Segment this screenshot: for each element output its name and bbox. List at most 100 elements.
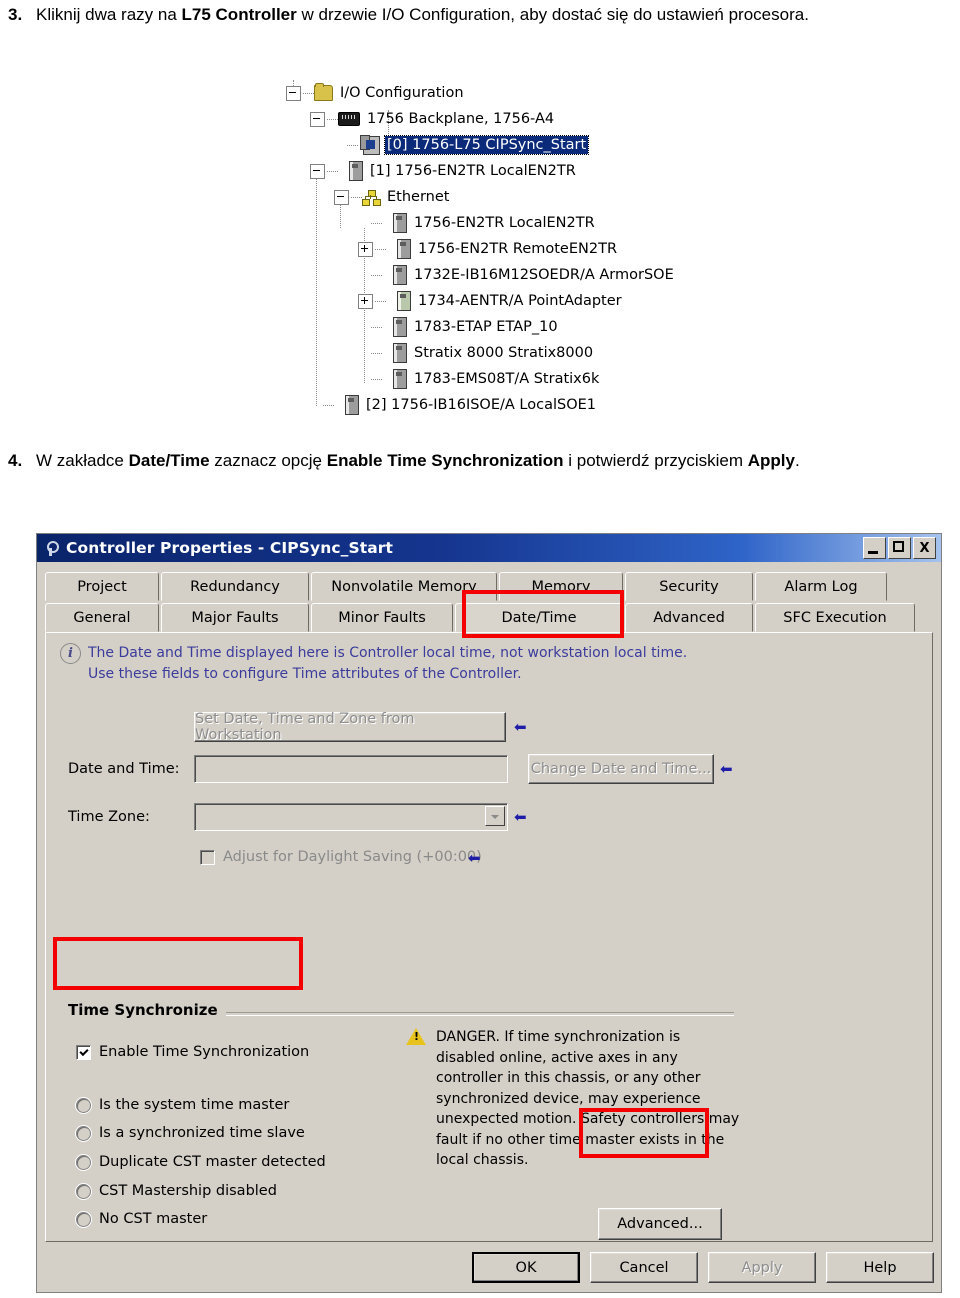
- tree-node-label: 1783-ETAP ETAP_10: [414, 319, 558, 335]
- expand-icon[interactable]: [358, 241, 373, 257]
- help-button[interactable]: Help: [826, 1252, 934, 1283]
- module-icon: [397, 239, 411, 259]
- step-3-part-1: L75 Controller: [181, 5, 297, 24]
- tab-general[interactable]: General: [45, 603, 159, 632]
- maximize-button[interactable]: [888, 537, 911, 559]
- dialog-titlebar[interactable]: Controller Properties - CIPSync_Start X: [37, 534, 941, 562]
- tree-node[interactable]: I/O Configuration: [286, 80, 466, 106]
- ethernet-icon: [362, 189, 381, 206]
- window-buttons[interactable]: X: [863, 537, 938, 559]
- tree-node-label: 1734-AENTR/A PointAdapter: [418, 293, 622, 309]
- enable-time-synchronization-checkbox[interactable]: [76, 1044, 91, 1060]
- tab-memory[interactable]: Memory: [499, 572, 623, 601]
- tree-node[interactable]: 1734-AENTR/A PointAdapter: [358, 288, 624, 314]
- set-from-workstation-button[interactable]: Set Date, Time and Zone from Workstation: [194, 711, 506, 743]
- tab-alarm-log[interactable]: Alarm Log: [755, 572, 887, 601]
- tab-project[interactable]: Project: [45, 572, 159, 601]
- minimize-button[interactable]: [863, 537, 886, 559]
- chevron-down-icon[interactable]: [485, 806, 505, 826]
- danger-line-5: unexpected motion. Safety controllers ma…: [436, 1111, 740, 1127]
- radio-button[interactable]: [76, 1183, 91, 1199]
- step-3: 3. Kliknij dwa razy na L75 Controller w …: [8, 2, 952, 28]
- tree-node[interactable]: [2] 1756-IB16ISOE/A LocalSOE1: [310, 392, 598, 418]
- io-configuration-tree[interactable]: I/O Configuration 1756 Backplane, 1756-A…: [286, 80, 786, 420]
- radio-no-cst-master[interactable]: No CST master: [76, 1211, 207, 1227]
- tree-connector: [327, 118, 338, 120]
- daylight-saving-row[interactable]: Adjust for Daylight Saving (+00:00) ⬅: [200, 849, 482, 866]
- tab-major-faults[interactable]: Major Faults: [161, 603, 309, 632]
- enable-time-sync-row[interactable]: Enable Time Synchronization: [76, 1044, 309, 1060]
- collapse-icon[interactable]: [286, 85, 301, 101]
- expand-icon[interactable]: [358, 293, 373, 309]
- tab-nonvolatile-memory[interactable]: Nonvolatile Memory: [311, 572, 497, 601]
- controller-properties-dialog[interactable]: Controller Properties - CIPSync_Start X …: [36, 533, 942, 1293]
- controller-icon: [360, 134, 380, 155]
- tree-node[interactable]: 1756-EN2TR RemoteEN2TR: [358, 236, 619, 262]
- tree-node[interactable]: 1756-EN2TR LocalEN2TR: [358, 210, 597, 236]
- radio-button[interactable]: [76, 1097, 91, 1113]
- step-3-part-0: Kliknij dwa razy na: [36, 5, 182, 24]
- tree-node[interactable]: 1756 Backplane, 1756-A4: [310, 106, 556, 132]
- tab-row-2[interactable]: General Major Faults Minor Faults Date/T…: [45, 601, 933, 632]
- danger-line-4: synchronized device, may experience: [436, 1090, 701, 1107]
- module-icon: [393, 265, 407, 285]
- daylight-saving-checkbox[interactable]: [200, 849, 215, 865]
- step-3-part-2: w drzewie I/O Configuration, aby dostać …: [296, 5, 809, 24]
- step-4-part-5: Apply: [747, 451, 795, 470]
- enable-time-synchronization-label: Enable Time Synchronization: [99, 1044, 310, 1060]
- tab-redundancy[interactable]: Redundancy: [161, 572, 309, 601]
- dialog-button-bar: OK Cancel Apply Help: [37, 1242, 941, 1292]
- tree-node[interactable]: [1] 1756-EN2TR LocalEN2TR: [310, 158, 578, 184]
- tree-node-label: Ethernet: [387, 189, 450, 205]
- tab-date-time[interactable]: Date/Time: [455, 603, 623, 632]
- change-date-and-time-button[interactable]: Change Date and Time...: [528, 754, 714, 784]
- dialog-tabs[interactable]: Project Redundancy Nonvolatile Memory Me…: [37, 562, 941, 632]
- collapse-icon[interactable]: [334, 189, 349, 205]
- backplane-icon: [338, 112, 360, 126]
- collapse-icon[interactable]: [310, 163, 325, 179]
- ok-button[interactable]: OK: [472, 1252, 580, 1283]
- tab-security[interactable]: Security: [625, 572, 753, 601]
- info-line-2: Use these fields to configure Time attri…: [88, 666, 522, 682]
- advanced-button[interactable]: Advanced...: [598, 1208, 722, 1240]
- tree-guide-2: [316, 176, 317, 406]
- tree-connector: [371, 274, 382, 276]
- tab-row-1[interactable]: Project Redundancy Nonvolatile Memory Me…: [45, 570, 933, 601]
- step-4-part-1: Date/Time: [128, 451, 210, 470]
- danger-line-1: DANGER. If time synchronization is: [436, 1029, 681, 1045]
- tree-connector: [371, 326, 382, 328]
- step-3-number: 3.: [8, 5, 23, 24]
- close-button[interactable]: X: [913, 537, 936, 559]
- tree-node[interactable]: 1783-ETAP ETAP_10: [358, 314, 560, 340]
- tree-connector: [371, 222, 382, 224]
- collapse-icon[interactable]: [310, 111, 325, 127]
- date-and-time-field[interactable]: [194, 755, 508, 783]
- radio-duplicate-cst-master[interactable]: Duplicate CST master detected: [76, 1154, 326, 1170]
- tree-node-label: 1756-EN2TR RemoteEN2TR: [418, 241, 618, 257]
- apply-button[interactable]: Apply: [708, 1252, 816, 1283]
- time-synchronize-group-title: Time Synchronize: [68, 1001, 226, 1019]
- radio-button[interactable]: [76, 1154, 91, 1170]
- warning-icon: [406, 1027, 427, 1046]
- tree-node[interactable]: 1732E-IB16M12SOEDR/A ArmorSOE: [358, 262, 676, 288]
- radio-synchronized-time-slave[interactable]: Is a synchronized time slave: [76, 1125, 305, 1141]
- radio-button[interactable]: [76, 1125, 91, 1141]
- tree-node[interactable]: Ethernet: [334, 184, 451, 210]
- danger-line-6: fault if no other time master exists in …: [436, 1131, 725, 1148]
- tab-advanced[interactable]: Advanced: [625, 603, 753, 632]
- tree-node[interactable]: Stratix 8000 Stratix8000: [358, 340, 595, 366]
- pointer-arrow-icon: ⬅: [514, 808, 527, 826]
- radio-cst-mastership-disabled[interactable]: CST Mastership disabled: [76, 1183, 277, 1199]
- tree-node[interactable]: 1783-EMS08T/A Stratix6k: [358, 366, 601, 392]
- cancel-button[interactable]: Cancel: [590, 1252, 698, 1283]
- radio-label: No CST master: [99, 1211, 208, 1227]
- module-icon: [345, 395, 359, 415]
- tree-node-label: 1756-EN2TR LocalEN2TR: [414, 215, 595, 231]
- tree-node[interactable]: [0] 1756-L75 CIPSync_Start: [334, 132, 590, 158]
- radio-system-time-master[interactable]: Is the system time master: [76, 1097, 289, 1113]
- tab-sfc-execution[interactable]: SFC Execution: [755, 603, 915, 632]
- radio-button[interactable]: [76, 1211, 91, 1227]
- time-zone-combobox[interactable]: [194, 803, 508, 831]
- tree-node-label: 1783-EMS08T/A Stratix6k: [414, 371, 600, 387]
- tab-minor-faults[interactable]: Minor Faults: [311, 603, 453, 632]
